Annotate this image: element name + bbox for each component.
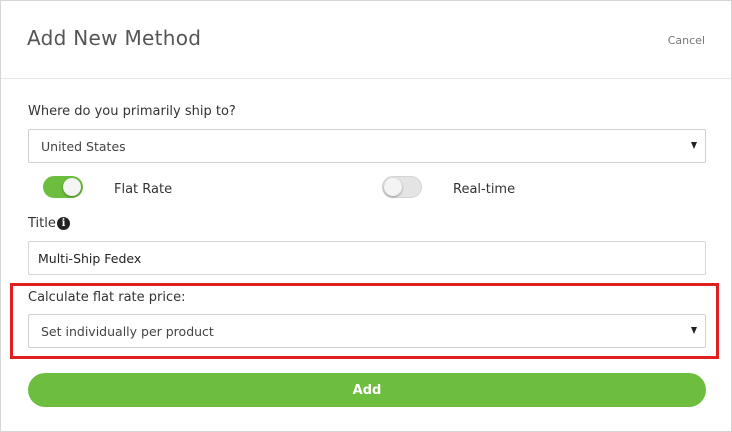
real-time-toggle[interactable] — [382, 176, 422, 198]
title-label: Title — [28, 216, 56, 231]
ship-to-label: Where do you primarily ship to? — [28, 104, 236, 119]
flat-rate-toggle[interactable] — [43, 176, 83, 198]
add-method-modal: Add New Method Cancel Where do you prima… — [0, 0, 732, 432]
add-button[interactable]: Add — [28, 373, 706, 407]
ship-to-select[interactable]: United States — [28, 129, 706, 163]
caret-down-icon — [691, 327, 697, 334]
flat-rate-price-select[interactable]: Set individually per product — [28, 314, 706, 348]
flat-rate-price-label: Calculate flat rate price: — [28, 290, 186, 305]
caret-down-icon — [691, 142, 697, 149]
cancel-button[interactable]: Cancel — [668, 34, 705, 47]
modal-header: Add New Method Cancel — [1, 1, 731, 79]
flat-rate-price-selected-value: Set individually per product — [41, 324, 214, 339]
info-icon[interactable]: i — [57, 217, 70, 230]
flat-rate-label: Flat Rate — [114, 182, 173, 197]
title-input[interactable] — [28, 241, 706, 275]
ship-to-selected-value: United States — [41, 139, 126, 154]
toggle-knob — [384, 178, 402, 196]
modal-title: Add New Method — [27, 26, 202, 50]
real-time-label: Real-time — [453, 182, 516, 197]
toggle-knob — [63, 178, 81, 196]
